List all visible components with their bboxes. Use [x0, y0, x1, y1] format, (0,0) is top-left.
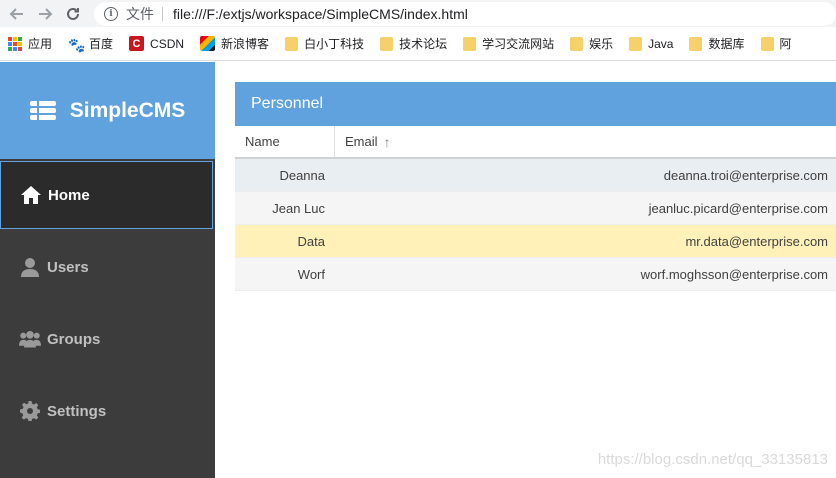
personnel-grid-panel: Personnel Name Email ↑ Deanna deanna.tro…	[235, 82, 836, 291]
bookmark-label: Java	[648, 36, 674, 51]
home-icon	[20, 184, 42, 206]
cell-email: deanna.troi@enterprise.com	[663, 167, 828, 183]
folder-icon	[760, 36, 774, 51]
info-icon[interactable]: i	[104, 6, 118, 21]
menu-item-label: Home	[48, 186, 90, 204]
folder-icon	[285, 36, 299, 51]
bookmark-label: 白小丁科技	[304, 37, 365, 51]
bookmark-apps[interactable]: 应用	[8, 35, 52, 52]
bookmark-label: 数据库	[708, 37, 745, 51]
folder-icon	[689, 36, 703, 51]
folder-icon	[570, 36, 584, 51]
bookmark-label: 娱乐	[589, 37, 614, 51]
sina-icon	[200, 36, 216, 51]
reload-icon	[67, 7, 79, 20]
cell-name: Deanna	[279, 167, 325, 183]
bookmark-label: 新浪博客	[221, 37, 270, 51]
cell-email: mr.data@enterprise.com	[685, 233, 828, 249]
bookmark-folder[interactable]: Java	[629, 36, 674, 51]
cell-name: Jean Luc	[272, 200, 325, 216]
cell-email: jeanluc.picard@enterprise.com	[648, 200, 828, 216]
table-row[interactable]: Deanna deanna.troi@enterprise.com	[235, 159, 836, 192]
users-icon	[19, 328, 41, 350]
bookmark-folder[interactable]: 数据库	[689, 35, 745, 52]
gear-icon	[19, 400, 41, 422]
app-title: SimpleCMS	[69, 98, 186, 122]
bookmark-csdn[interactable]: C CSDN	[129, 36, 184, 51]
bookmarks-bar: 应用 🐾 百度 C CSDN 新浪博客 白小丁科技 技术论坛 学习交流网站 娱乐…	[0, 27, 836, 61]
table-row[interactable]: Jean Luc jeanluc.picard@enterprise.com	[235, 192, 836, 225]
url-text[interactable]: file:///F:/extjs/workspace/SimpleCMS/ind…	[173, 6, 468, 22]
menu-item-settings[interactable]: Settings	[0, 375, 215, 447]
column-header-email[interactable]: Email ↑	[335, 126, 836, 157]
database-icon	[29, 101, 56, 120]
panel-title: Personnel	[235, 82, 836, 126]
bookmark-label: 阿	[779, 37, 792, 51]
sidebar: SimpleCMS Home Users Groups Settings	[0, 62, 215, 478]
table-row[interactable]: Data mr.data@enterprise.com	[235, 225, 836, 258]
menu-item-home[interactable]: Home	[0, 161, 213, 229]
bookmark-folder[interactable]: 娱乐	[570, 35, 613, 52]
bookmark-label: 技术论坛	[399, 37, 448, 51]
folder-icon	[463, 36, 477, 51]
browser-toolbar: i 文件 file:///F:/extjs/workspace/SimpleCM…	[0, 0, 836, 27]
table-row[interactable]: Worf worf.moghsson@enterprise.com	[235, 258, 836, 291]
forward-button[interactable]	[34, 3, 56, 25]
brand-header: SimpleCMS	[0, 62, 215, 159]
column-header-label: Name	[245, 134, 280, 149]
bookmark-label: 学习交流网站	[482, 37, 555, 51]
grid-column-headers: Name Email ↑	[235, 126, 836, 159]
bookmark-folder[interactable]: 学习交流网站	[463, 35, 554, 52]
column-header-label: Email	[345, 134, 378, 149]
column-header-name[interactable]: Name	[235, 126, 335, 157]
watermark: https://blog.csdn.net/qq_33135813	[597, 451, 828, 468]
apps-icon	[8, 36, 22, 51]
menu-item-label: Settings	[47, 402, 107, 420]
bookmark-folder[interactable]: 技术论坛	[380, 35, 447, 52]
bookmark-folder[interactable]: 白小丁科技	[285, 35, 364, 52]
address-bar[interactable]: i 文件 file:///F:/extjs/workspace/SimpleCM…	[94, 1, 836, 26]
reload-button[interactable]	[62, 3, 84, 25]
arrow-left-icon	[9, 7, 23, 20]
cell-name: Worf	[297, 266, 325, 282]
sort-ascending-icon: ↑	[383, 133, 391, 150]
bookmark-sina[interactable]: 新浪博客	[200, 35, 269, 52]
cell-email: worf.moghsson@enterprise.com	[640, 266, 828, 282]
app-viewport: SimpleCMS Home Users Groups Settings Per…	[0, 62, 836, 478]
back-button[interactable]	[6, 3, 28, 25]
csdn-icon: C	[129, 36, 145, 51]
menu-item-users[interactable]: Users	[0, 231, 215, 303]
menu-item-label: Users	[47, 258, 89, 276]
baidu-icon: 🐾	[68, 36, 86, 53]
menu-item-groups[interactable]: Groups	[0, 303, 215, 375]
folder-icon	[380, 36, 394, 51]
url-scheme-label: 文件	[126, 5, 154, 22]
arrow-right-icon	[39, 7, 53, 20]
cell-name: Data	[297, 233, 325, 249]
menu-item-label: Groups	[47, 330, 101, 348]
bookmark-label: CSDN	[150, 36, 185, 51]
bookmark-baidu[interactable]: 🐾 百度	[68, 35, 114, 53]
bookmark-folder[interactable]: 阿	[760, 35, 792, 52]
folder-icon	[629, 36, 643, 51]
bookmark-label: 应用	[28, 37, 53, 51]
user-icon	[19, 256, 41, 278]
url-divider	[162, 6, 163, 21]
bookmark-label: 百度	[89, 37, 114, 51]
main-content: Personnel Name Email ↑ Deanna deanna.tro…	[215, 62, 836, 478]
